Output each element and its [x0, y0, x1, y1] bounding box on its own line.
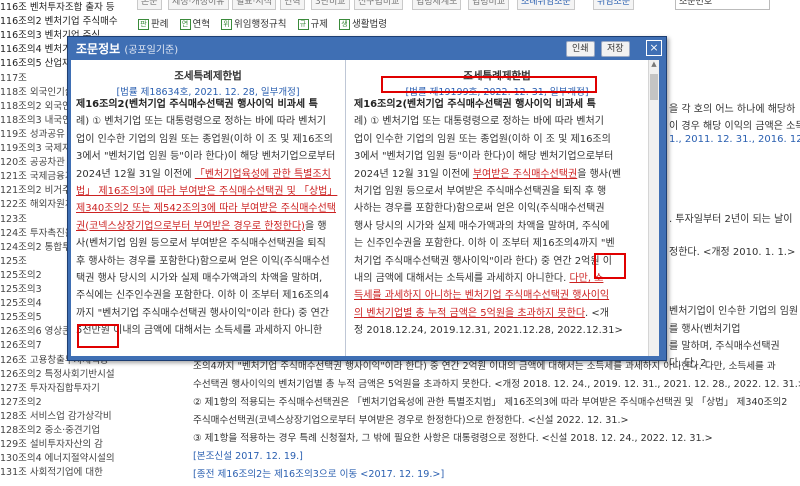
enactment-note: [본조신설 2017. 12. 19.]: [193, 451, 303, 462]
regulation-icon: 규: [297, 19, 309, 30]
save-button[interactable]: 저장: [601, 41, 630, 57]
tree-item[interactable]: 127조의2: [0, 396, 42, 410]
paragraph-2: ② 제1항의 적용되는 주식매수선택권은 「벤처기업육성에 관한 특별조치법」 …: [193, 397, 788, 408]
moved-note: [종전 제16조의2는 제16조의3으로 이동 <2017. 12. 19.>]: [193, 469, 445, 480]
related-links: 판 판례 연 연혁 위 위임행정규칙 규 규제 생 생활법령: [138, 16, 395, 32]
tree-item[interactable]: 125조: [0, 255, 27, 269]
link-delegated-rules[interactable]: 위 위임행정규칙: [221, 16, 286, 30]
tree-item[interactable]: 125조의5: [0, 311, 42, 325]
text-fragment: 정한다. <개정 2010. 1. 1.>: [669, 247, 796, 258]
left-text-line: 2024년 12월 31일 이전에 「벤처기업육성에 관한 특별조치: [76, 168, 331, 180]
right-text-line: 3에서 "벤처기업 임원 등"이라 한다)이 해당 벤처기업으로부터: [354, 151, 614, 163]
right-text-line: 사하는 경우를 포함한다)함으로써 얻은 이익(주식매수선택권: [354, 203, 605, 215]
right-text-line: 의 벤처기업별 총 누적 금액은 5억원을 초과하지 못한다. <개: [354, 307, 609, 319]
print-button[interactable]: 인쇄: [566, 41, 595, 57]
text-fragment: 를 말하며, 주식매수선택권: [669, 341, 780, 352]
tab-ordinance-delegation[interactable]: 조례위임조문: [517, 0, 575, 10]
left-text-line: 제16조의2(벤처기업 주식매수선택권 행사이익 비과세 특: [76, 99, 318, 110]
link-life-law[interactable]: 생 생활법령: [339, 16, 387, 30]
text-fragment: 를 행사(벤처기업: [669, 324, 741, 335]
tree-item[interactable]: 117조: [0, 72, 27, 86]
dialog-title: 조문정보 (공포일기준): [76, 42, 179, 56]
link-regulation[interactable]: 규 규제: [297, 16, 328, 30]
left-text-line: 례) ① 벤처기업 또는 대통령령으로 정하는 바에 따라 벤처기: [76, 116, 326, 128]
scroll-up-icon[interactable]: ▲: [649, 60, 659, 70]
left-text-line: 사(벤처기업 임원 등으로서 부여받은 주식매수선택권을 퇴직: [76, 238, 326, 250]
close-icon[interactable]: ×: [646, 40, 662, 56]
life-law-icon: 생: [339, 19, 351, 30]
tab-law-system[interactable]: 법령체계도: [412, 0, 462, 10]
right-text-line: 제16조의2(벤처기업 주식매수선택권 행사이익 비과세 특: [354, 99, 596, 110]
left-column-text: 제16조의2(벤처기업 주식매수선택권 행사이익 비과세 특례) ① 벤처기업 …: [76, 96, 342, 339]
tab-revision-reason[interactable]: 제정·개정이유: [168, 0, 229, 10]
left-text-line: 제340조의2 또는 제542조의3에 따라 부여받은 주식매수선택: [76, 203, 336, 215]
right-text-line: 는 신주인수권을 포함한다. 이하 이 조부터 제16조의4까지 "벤: [354, 238, 615, 250]
tab-three-way-compare[interactable]: 3단비교: [311, 0, 350, 10]
tree-item[interactable]: 123조: [0, 213, 27, 227]
left-text-line: 후 행사하는 경우를 포함한다)함으로써 얻은 이익(주식매수선: [76, 255, 330, 267]
dialog-scrollbar[interactable]: ▲: [648, 60, 659, 356]
article-info-dialog: 조문정보 (공포일기준) 인쇄 저장 × 조세특례제한법 [법률 제18634호…: [67, 36, 667, 361]
tree-item[interactable]: 116조의2 벤처기업 주식매수: [0, 15, 118, 29]
left-law-name: 조세특례제한법: [174, 70, 242, 82]
annotation-box: [594, 253, 626, 279]
right-column-text: 제16조의2(벤처기업 주식매수선택권 행사이익 비과세 특례) ① 벤처기업 …: [354, 96, 648, 339]
tree-item[interactable]: 127조 투자자집합투자기: [0, 382, 100, 396]
text-fragment: 을 각 호의 어느 하나에 해당하: [669, 104, 796, 115]
tree-item[interactable]: 125조의4: [0, 297, 42, 311]
paragraph-1-end: 수선택권 행사이익의 벤처기업별 총 누적 금액은 5억원을 초과하지 못한다.…: [193, 379, 800, 390]
tab-old-new-compare[interactable]: 신구법비교: [354, 0, 404, 10]
left-text-line: 3에서 "벤처기업 임원 등"이라 한다)이 해당 벤처기업으로부터: [76, 151, 336, 163]
annotation-box: [77, 324, 119, 348]
left-text-line: 까지 "벤처기업 주식매수선택권 행사이익"이라 한다) 중 연간: [76, 307, 329, 319]
delegated-rules-icon: 위: [221, 19, 233, 30]
left-text-line: 업이 인수한 기업의 임원 또는 종업원(이하 이 조 및 제16조의: [76, 133, 333, 145]
precedent-icon: 판: [138, 19, 149, 30]
tree-item[interactable]: 126조의2 특정사회기반시설: [0, 368, 115, 382]
tab-law-compare[interactable]: 법령비교: [468, 0, 510, 10]
left-text-line: 주식에는 신주인수권을 포함한다. 이하 이 조부터 제16조의4: [76, 290, 329, 302]
paragraph-2-cont: 주식매수선택권(코넥스상장기업으로부터 부여받은 경우로 한정한다)으로 한정한…: [193, 415, 629, 426]
paragraph-3: ③ 제1항을 적용하는 경우 특례 신청절차, 그 밖에 필요한 사항은 대통령…: [193, 433, 713, 444]
top-toolbar: 본문 제정·개정이유 별표·서식 연혁 3단비교 신구법비교 법령체계도 법령비…: [0, 0, 800, 10]
text-fragment: . 투자일부터 2년이 되는 날이: [669, 214, 793, 225]
left-text-line: 택권 행사 당시의 시가와 실제 매수가액과의 차액을 말하며,: [76, 272, 323, 284]
tab-delegation[interactable]: 위임조문: [593, 0, 635, 10]
right-text-line: 행사 당시의 시가와 실제 매수가액과의 차액을 말하며, 주식에: [354, 220, 610, 232]
tab-body[interactable]: 본문: [137, 0, 162, 10]
right-text-line: 2024년 12월 31일 이전에 부여받은 주식매수선택권을 행사(벤: [354, 168, 622, 180]
article-search-select[interactable]: 조문번호: [675, 0, 770, 10]
tree-item[interactable]: 128조의2 중소·중견기업: [0, 424, 100, 438]
tab-forms[interactable]: 별표·서식: [232, 0, 276, 10]
text-fragment: 이 경우 해당 이익의 금액은 소득세 해: [669, 121, 800, 132]
tree-item[interactable]: 130조의4 에너지절약시설의: [0, 452, 115, 466]
tree-item[interactable]: 125조의2: [0, 269, 42, 283]
tree-item[interactable]: 129조 설비투자자산의 감: [0, 438, 103, 452]
right-text-line: 득세를 과세하지 아니하는 벤처기업 주식매수선택권 행사이익: [354, 290, 610, 302]
tree-item[interactable]: 126조의7: [0, 339, 42, 353]
right-text-line: 처기업 임원 등으로서 부여받은 주식매수선택권을 퇴직 후 행: [354, 185, 607, 197]
dialog-body: 조세특례제한법 [법률 제18634호, 2021. 12. 28, 일부개정]…: [71, 60, 659, 356]
tree-item[interactable]: 125조의3: [0, 283, 42, 297]
tab-history[interactable]: 연혁: [280, 0, 305, 10]
column-divider: [345, 60, 346, 356]
left-text-line: 권(코넥스상장기업으로부터 부여받은 경우로 한정한다)을 행: [76, 220, 327, 232]
annotation-box: [381, 76, 597, 93]
left-text-line: 법」 제16조의3에 따라 부여받은 주식매수선택권 및 「상법」: [76, 185, 338, 197]
left-column-header: 조세특례제한법 [법률 제18634호, 2021. 12. 28, 일부개정]: [71, 60, 345, 98]
link-history[interactable]: 연 연혁: [179, 16, 210, 30]
text-fragment: 1., 2011. 12. 31., 2016. 12. 20.: [669, 134, 800, 145]
right-text-line: 례) ① 벤처기업 또는 대통령령으로 정하는 바에 따라 벤처기: [354, 116, 604, 128]
history-icon: 연: [179, 19, 191, 30]
tree-item[interactable]: 128조 서비스업 감가상각비: [0, 410, 112, 424]
link-precedent[interactable]: 판 판례: [138, 16, 168, 30]
tree-item[interactable]: 116조 벤처투자조합 출자 등: [0, 1, 115, 15]
right-text-line: 업이 인수한 기업의 임원 또는 종업원(이하 이 조 및 제16조의: [354, 133, 611, 145]
right-text-line: 정 2018.12.24, 2019.12.31, 2021.12.28, 20…: [354, 325, 623, 337]
tree-item[interactable]: 131조 사회적기업에 대한: [0, 466, 103, 480]
text-fragment: 벤처기업이 인수한 기업의 임원: [669, 306, 799, 317]
scroll-thumb[interactable]: [650, 74, 658, 100]
